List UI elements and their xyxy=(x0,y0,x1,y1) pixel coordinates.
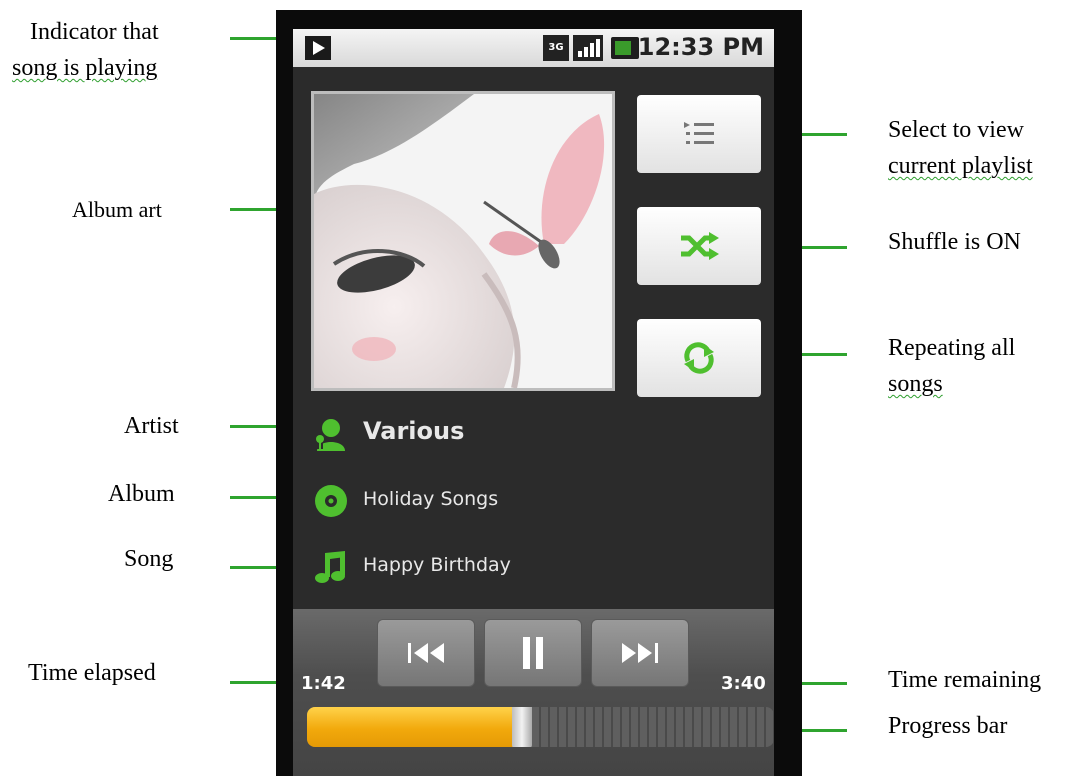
album-disc-icon xyxy=(315,485,347,517)
time-elapsed: 1:42 xyxy=(301,673,346,694)
repeat-button[interactable] xyxy=(637,319,761,397)
annotation-line-progress xyxy=(795,729,847,732)
annotation-repeat-line2: songs xyxy=(888,371,943,397)
pause-button[interactable] xyxy=(484,619,582,687)
annotation-time-remaining: Time remaining xyxy=(888,667,1042,693)
annotation-line-playing xyxy=(230,37,278,40)
previous-icon xyxy=(408,643,444,663)
annotation-playlist-line1: Select to view xyxy=(888,117,1024,143)
progress-fill xyxy=(307,707,522,747)
shuffle-button[interactable] xyxy=(637,207,761,285)
next-icon xyxy=(622,643,658,663)
annotation-line-playlist xyxy=(795,133,847,136)
annotation-playlist: Select to view current playlist xyxy=(888,112,1033,184)
annotation-progress-bar: Progress bar xyxy=(888,713,1008,739)
annotation-playing-indicator-line2: song is playing xyxy=(12,55,158,81)
annotation-playlist-line2: current playlist xyxy=(888,153,1033,179)
album-art[interactable] xyxy=(311,91,615,391)
annotation-line-time-remaining xyxy=(795,682,847,685)
album-art-image xyxy=(314,94,612,388)
annotation-album: Album xyxy=(108,481,175,507)
playback-controls: 1:42 3:40 xyxy=(293,609,774,776)
pause-icon xyxy=(523,637,543,669)
song-title: Happy Birthday xyxy=(363,554,511,576)
now-playing-indicator-icon[interactable] xyxy=(305,36,331,60)
music-player-screen: 3G 12:33 PM Various Holiday Songs Happy … xyxy=(293,29,774,776)
annotation-song: Song xyxy=(124,546,174,572)
shuffle-icon xyxy=(681,232,719,260)
annotation-artist: Artist xyxy=(124,413,179,439)
annotation-repeat: Repeating all songs xyxy=(888,330,1015,402)
signal-strength-icon xyxy=(573,35,603,61)
next-button[interactable] xyxy=(591,619,689,687)
playlist-icon xyxy=(684,122,714,144)
annotation-playing-indicator-line1: Indicator that xyxy=(30,19,159,45)
network-3g-icon: 3G xyxy=(543,35,569,61)
annotation-album-art: Album art xyxy=(72,197,162,222)
annotation-line-repeat xyxy=(795,353,847,356)
annotation-shuffle: Shuffle is ON xyxy=(888,229,1021,255)
playlist-button[interactable] xyxy=(637,95,761,173)
album-name: Holiday Songs xyxy=(363,488,499,510)
progress-thumb[interactable] xyxy=(511,707,532,747)
status-bar: 3G 12:33 PM xyxy=(293,29,774,67)
time-remaining: 3:40 xyxy=(721,673,766,694)
annotation-time-elapsed: Time elapsed xyxy=(28,660,156,686)
artist-name: Various xyxy=(363,417,465,445)
annotation-line-shuffle xyxy=(795,246,847,249)
music-note-icon xyxy=(315,551,345,583)
status-clock: 12:33 PM xyxy=(637,33,764,61)
previous-button[interactable] xyxy=(377,619,475,687)
progress-bar[interactable] xyxy=(307,707,774,747)
annotation-repeat-line1: Repeating all xyxy=(888,335,1016,361)
repeat-icon xyxy=(684,342,714,374)
artist-icon xyxy=(316,419,345,451)
battery-icon xyxy=(611,37,639,59)
annotation-line-album-art xyxy=(230,208,278,211)
annotation-playing-indicator: Indicator that song is playing xyxy=(12,14,159,86)
